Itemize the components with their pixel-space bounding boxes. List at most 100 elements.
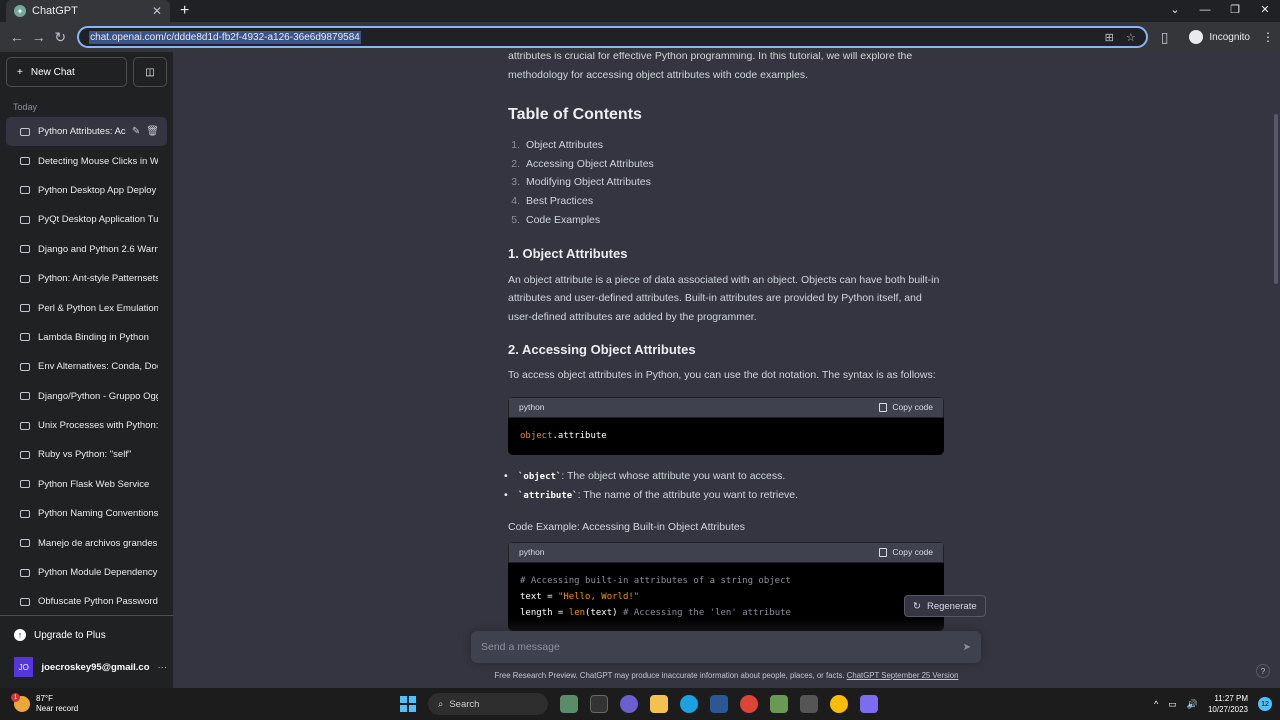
conversation-title: Lambda Binding in Python [38,331,149,343]
weather-widget[interactable]: 1 87°F Near record [0,693,400,714]
conversation-item[interactable]: Perl & Python Lex Emulation [6,293,167,322]
copy-code-button[interactable]: Copy code [879,398,933,417]
conversation-item[interactable]: Env Alternatives: Conda, Doc [6,352,167,381]
back-icon[interactable]: ← [6,29,28,45]
send-icon[interactable]: ➤ [963,642,971,653]
chat-main: attributes is crucial for effective Pyth… [173,52,1280,688]
conversation-item[interactable]: Detecting Mouse Clicks in W [6,146,167,175]
minimize-icon[interactable]: — [1190,0,1220,20]
restore-icon[interactable]: ❐ [1220,0,1250,20]
edit-icon[interactable]: ✎ [132,126,140,137]
incognito-icon [1189,30,1204,44]
code-token: length = [520,608,569,619]
message-placeholder: Send a message [481,641,560,653]
chat-bubble-icon [20,480,30,489]
search-icon: ⌕ [438,698,444,710]
scrollbar-thumb[interactable] [1274,114,1278,284]
edge-icon[interactable] [680,695,698,713]
code-token: len [568,608,586,619]
version-link[interactable]: ChatGPT September 25 Version [847,671,959,680]
volume-icon[interactable]: 🔊 [1187,699,1198,710]
upgrade-button[interactable]: ↑ Upgrade to Plus [6,620,167,650]
conversation-item[interactable]: Manejo de archivos grandes [6,528,167,557]
code-header: python Copy code [508,542,944,564]
task-view-icon[interactable] [590,695,608,713]
side-panel-icon[interactable]: ▯ [1154,29,1176,46]
browser-tab[interactable]: ✦ ChatGPT ✕ [6,0,170,22]
chat-bubble-icon [20,450,30,459]
conversation-item[interactable]: Obfuscate Python Password [6,587,167,616]
start-icon[interactable] [400,696,416,712]
user-menu[interactable]: JO joecroskey95@gmail.co ··· [6,650,167,684]
clock[interactable]: 11:27 PM 10/27/2023 [1208,693,1248,715]
conversation-item[interactable]: Python Flask Web Service [6,470,167,499]
chrome-icon[interactable] [740,695,758,713]
chat-bubble-icon [20,157,30,166]
conversation-title: Ruby vs Python: "self" [38,449,132,461]
notification-badge[interactable]: 12 [1258,697,1272,711]
app-icon[interactable] [800,695,818,713]
regenerate-button[interactable]: ↻ Regenerate [904,595,986,617]
taskbar-search[interactable]: ⌕ Search [428,693,548,715]
toggle-sidebar-button[interactable]: ◫ [133,57,167,87]
conversation-item[interactable]: Unix Processes with Python: [6,411,167,440]
reload-icon[interactable]: ↻ [49,29,71,46]
help-icon[interactable]: ? [1256,664,1270,678]
vpn-icon[interactable] [860,695,878,713]
address-bar[interactable]: chat.openai.com/c/ddde8d1d-fb2f-4932-a12… [77,26,1148,48]
conversation-item[interactable]: Python Attributes: Ac ✎ 🗑 [6,117,167,147]
close-window-icon[interactable]: ✕ [1250,0,1280,20]
chat-app-icon[interactable] [620,695,638,713]
toc-text: Code Examples [526,213,601,226]
message-input[interactable]: Send a message ➤ [471,631,981,663]
more-icon[interactable]: ··· [158,662,168,673]
browser-menu-icon[interactable]: ⋮ [1262,30,1274,44]
conversation-title: Obfuscate Python Password [38,596,158,608]
trash-icon[interactable]: 🗑 [146,126,159,137]
toc-item: 4. Best Practices [508,192,944,211]
bullet-text: : The object whose attribute you want to… [561,469,786,482]
conversation-item[interactable]: Python Module Dependency [6,558,167,587]
conversation-item[interactable]: Lambda Binding in Python [6,323,167,352]
disclaimer-text: Free Research Preview. ChatGPT may produ… [494,671,847,680]
chat-bubble-icon [20,304,30,313]
qr-code-icon[interactable]: ⊞ [1105,31,1114,44]
widgets-icon[interactable] [560,695,578,713]
close-tab-icon[interactable]: ✕ [152,4,162,18]
clock-time: 11:27 PM [1214,694,1248,703]
conversation-item[interactable]: PyQt Desktop Application Tu [6,205,167,234]
conversation-item[interactable]: Python Naming Conventions [6,499,167,528]
file-explorer-icon[interactable] [650,695,668,713]
conversation-item[interactable]: Python: Ant-style Patternsets [6,264,167,293]
regenerate-icon: ↻ [913,600,921,612]
store-icon[interactable] [710,695,728,713]
tab-search-icon[interactable]: ⌄ [1160,0,1190,20]
display-icon[interactable]: ▭ [1168,699,1177,710]
conversation-title: Python Naming Conventions [38,508,158,520]
conversation-title: Detecting Mouse Clicks in W [38,155,158,167]
weather-badge: 1 [11,693,20,702]
toc-item: 5. Code Examples [508,211,944,230]
copy-code-button[interactable]: Copy code [879,543,933,562]
search-label: Search [449,698,480,710]
scrollbar[interactable] [1272,52,1280,688]
conversation-item[interactable]: Django and Python 2.6 Warni [6,235,167,264]
code-block: python Copy code object.attribute [508,396,944,455]
new-chat-button[interactable]: + New Chat [6,57,127,87]
conversation-item[interactable]: Ruby vs Python: "self" [6,440,167,469]
conversation-title: Perl & Python Lex Emulation [38,302,158,314]
incognito-indicator[interactable]: Incognito [1189,30,1250,44]
url-text[interactable]: chat.openai.com/c/ddde8d1d-fb2f-4932-a12… [89,30,361,44]
bookmark-star-icon[interactable]: ☆ [1126,31,1136,44]
conversation-item[interactable]: Python Desktop App Deploy [6,176,167,205]
section2-text: To access object attributes in Python, y… [508,369,936,382]
notepad-icon[interactable] [770,695,788,713]
chrome-incognito-icon[interactable] [830,695,848,713]
conversation-title: Python: Ant-style Patternsets [38,273,158,285]
new-tab-icon[interactable]: + [180,2,189,20]
regenerate-label: Regenerate [926,600,977,612]
chevron-up-icon[interactable]: ^ [1154,699,1158,709]
forward-icon[interactable]: → [28,29,50,45]
conversation-item[interactable]: Django/Python - Gruppo Ogg [6,382,167,411]
bullet-item: `attribute`: The name of the attribute y… [504,486,944,506]
